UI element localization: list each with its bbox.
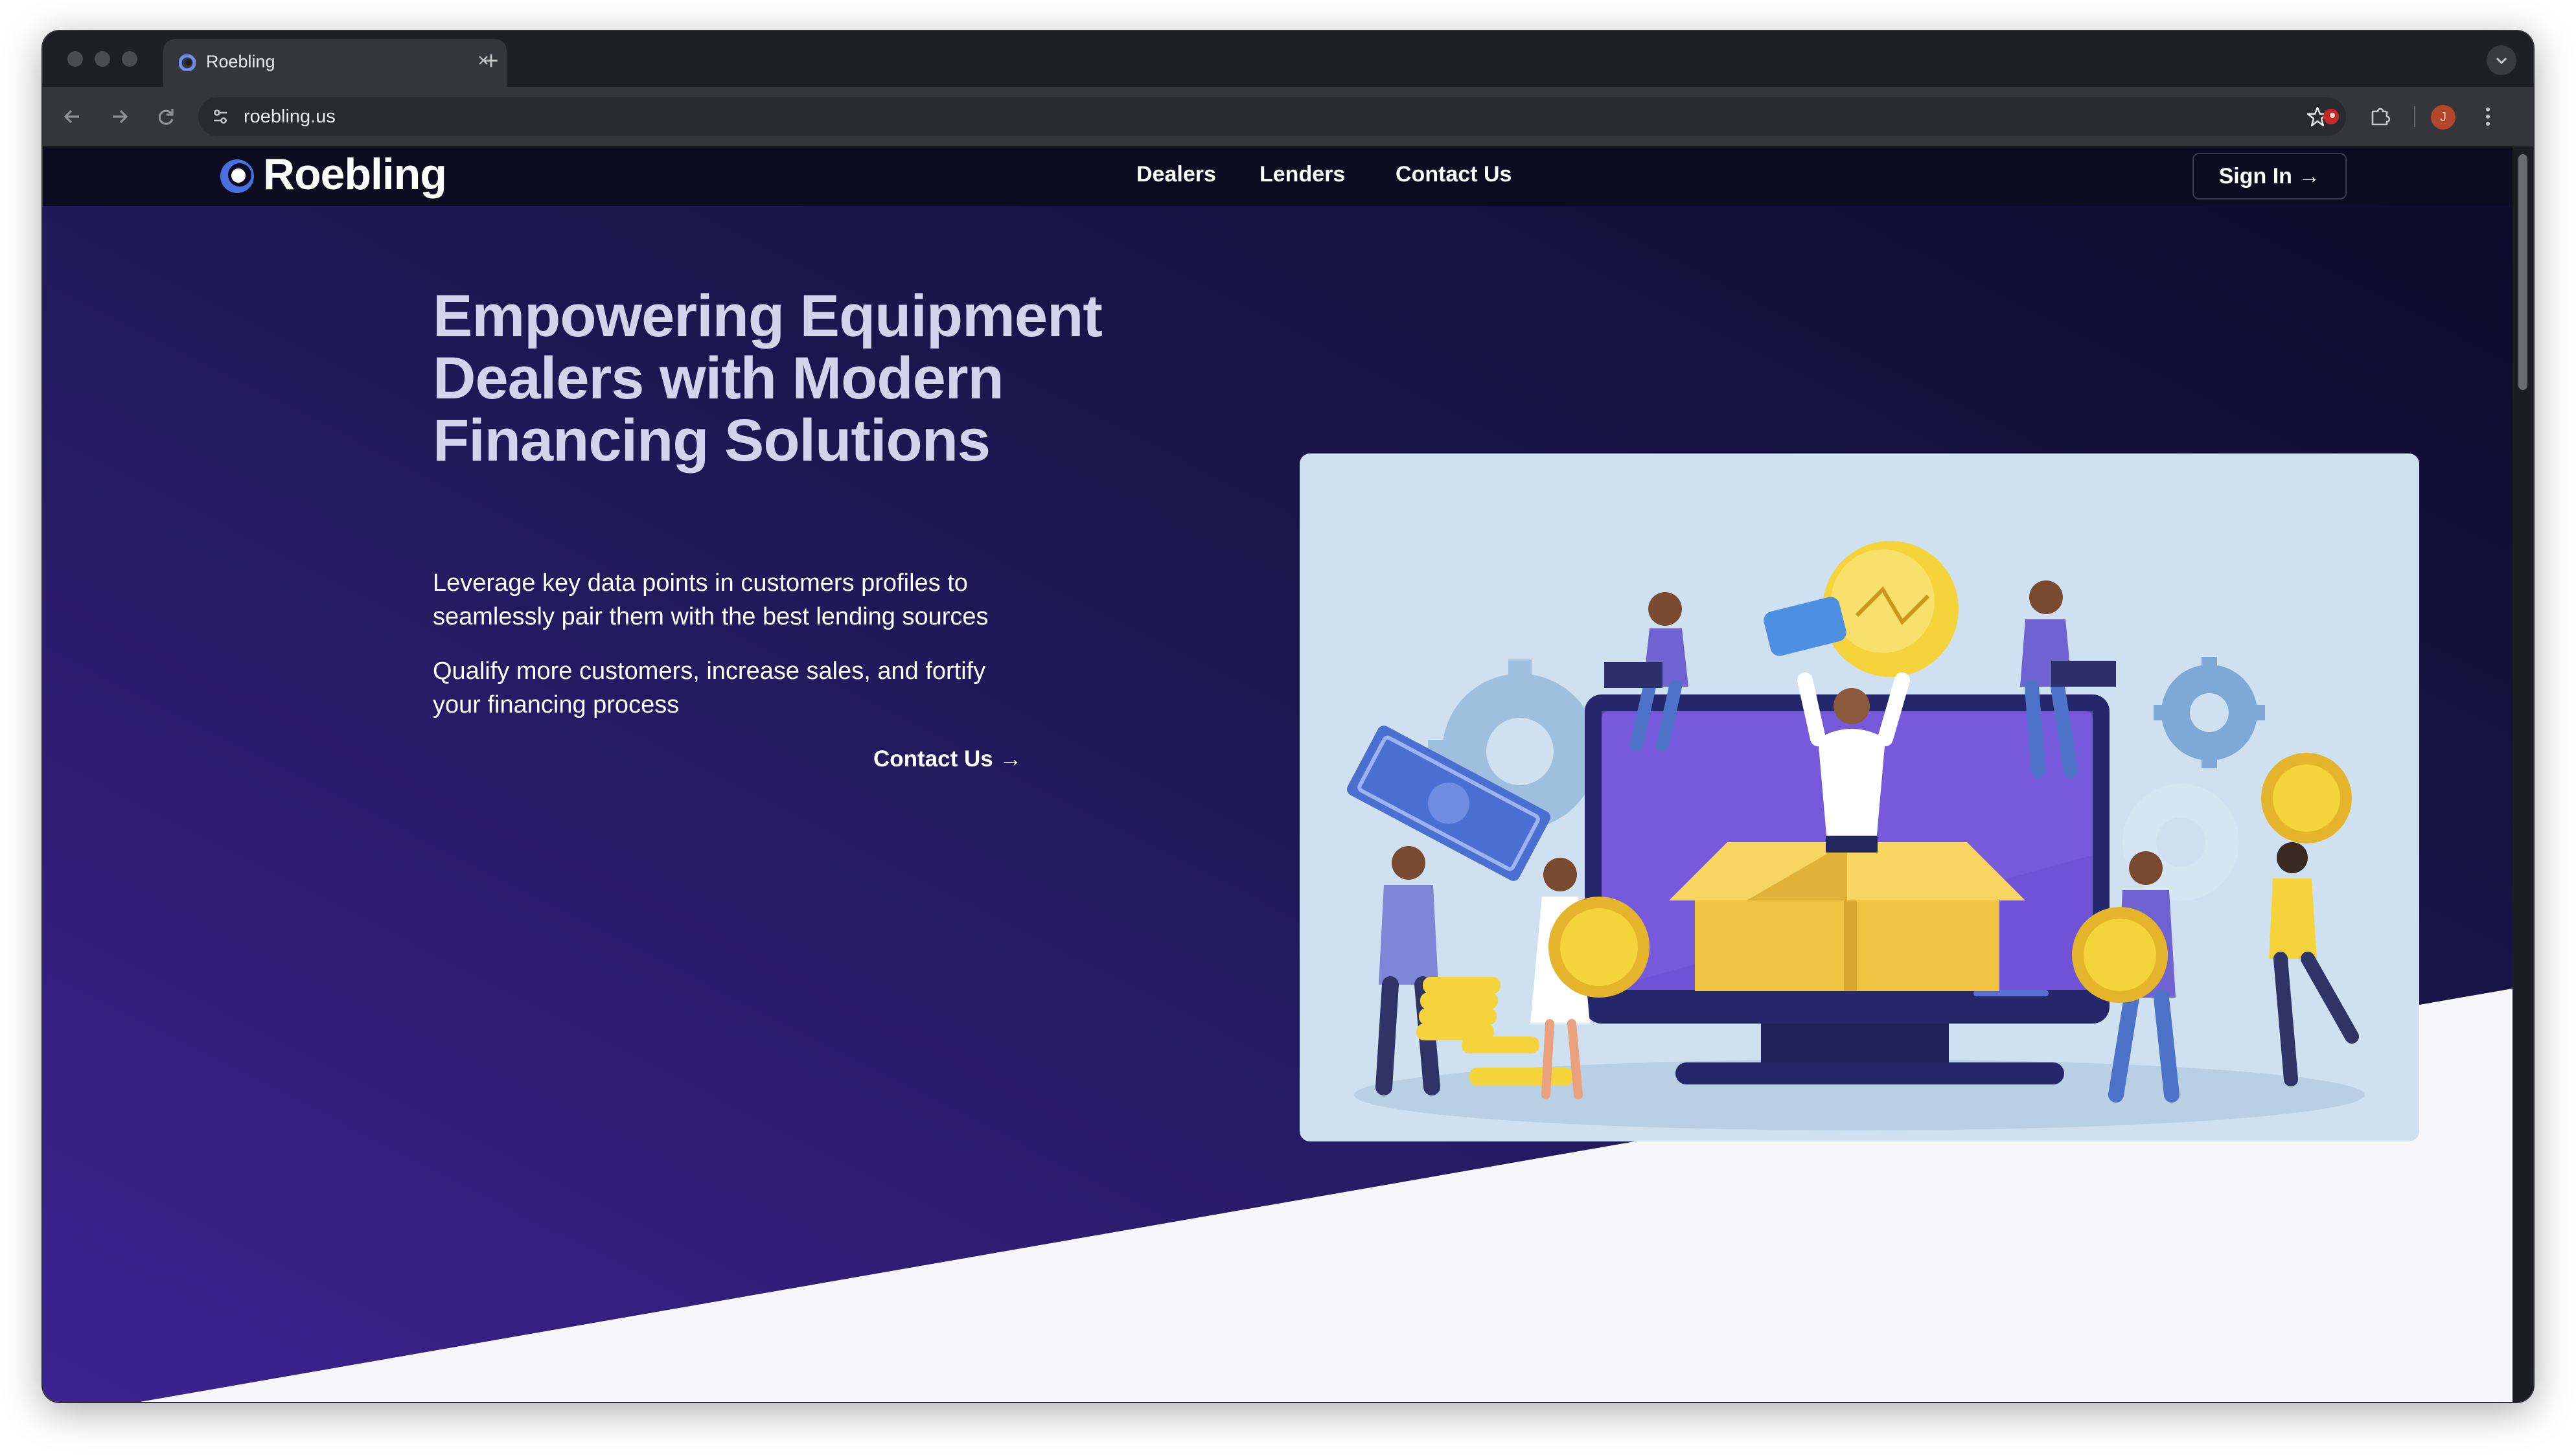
nav-link-lenders[interactable]: Lenders bbox=[1259, 162, 1345, 187]
coin-icon bbox=[1548, 897, 1650, 998]
back-arrow-icon[interactable] bbox=[57, 101, 88, 132]
browser-window: Roebling × + roebling.us J Roebling Deal… bbox=[43, 31, 2533, 1402]
browser-toolbar: roebling.us J bbox=[43, 87, 2533, 146]
toolbar-separator bbox=[2414, 106, 2415, 127]
lightbulb-icon bbox=[1764, 541, 1959, 677]
hero-paragraph-2: Qualify more customers, increase sales, … bbox=[433, 654, 1081, 722]
site-navbar: Roebling Dealers Lenders Contact Us Sign… bbox=[43, 146, 2513, 206]
hero-title-line: Dealers with Modern bbox=[433, 345, 1004, 411]
hero-text-line: Qualify more customers, increase sales, … bbox=[433, 658, 986, 685]
hero-contact-us-link[interactable]: Contact Us → bbox=[873, 746, 1022, 772]
hero-title-line: Empowering Equipment bbox=[433, 283, 1103, 349]
close-window-button[interactable] bbox=[67, 51, 83, 67]
hero-text-line: your financing process bbox=[433, 691, 680, 718]
new-tab-button[interactable]: + bbox=[473, 44, 509, 78]
tab-strip: Roebling × + bbox=[43, 31, 2533, 87]
forward-arrow-icon[interactable] bbox=[104, 101, 135, 132]
hero-title-line: Financing Solutions bbox=[433, 407, 991, 474]
zoom-window-button[interactable] bbox=[122, 51, 137, 67]
hero-text-line: seamlessly pair them with the best lendi… bbox=[433, 603, 989, 630]
coin-icon bbox=[2261, 753, 2352, 843]
more-menu-icon[interactable] bbox=[2472, 101, 2503, 132]
address-bar[interactable]: roebling.us bbox=[198, 97, 2346, 136]
hero-title: Empowering Equipment Dealers with Modern… bbox=[433, 285, 1210, 472]
tab-roebling[interactable]: Roebling × bbox=[163, 39, 507, 87]
box-illustration bbox=[1669, 842, 2025, 991]
financing-illustration bbox=[1346, 541, 2365, 1130]
coin-icon bbox=[2072, 907, 2168, 1003]
site-settings-icon[interactable] bbox=[210, 106, 231, 127]
roebling-logo-icon[interactable] bbox=[215, 155, 262, 197]
tab-title: Roebling bbox=[206, 52, 275, 71]
web-page: Roebling Dealers Lenders Contact Us Sign… bbox=[43, 146, 2513, 1402]
person-figure bbox=[1375, 846, 1440, 1095]
hero-paragraph-1: Leverage key data points in customers pr… bbox=[433, 566, 1081, 634]
profile-avatar[interactable]: J bbox=[2431, 105, 2455, 130]
person-figure bbox=[2269, 842, 2359, 1086]
hero-illustration bbox=[1300, 453, 2419, 1141]
url-text: roebling.us bbox=[244, 106, 336, 127]
logo-text[interactable]: Roebling bbox=[263, 149, 447, 200]
reload-icon[interactable] bbox=[150, 101, 181, 132]
scrollbar-thumb[interactable] bbox=[2518, 154, 2527, 390]
tab-search-button[interactable] bbox=[2487, 45, 2516, 75]
chevron-down-icon bbox=[2496, 57, 2507, 65]
minimize-window-button[interactable] bbox=[95, 51, 110, 67]
nav-link-contact-us[interactable]: Contact Us bbox=[1396, 162, 1512, 187]
roebling-favicon-icon bbox=[179, 54, 196, 71]
nav-link-dealers[interactable]: Dealers bbox=[1136, 162, 1216, 187]
page-scrollbar[interactable] bbox=[2513, 146, 2533, 1402]
hero-text-line: Leverage key data points in customers pr… bbox=[433, 569, 968, 597]
extension-icon[interactable] bbox=[2317, 102, 2345, 131]
extensions-puzzle-icon[interactable] bbox=[2366, 102, 2395, 131]
gear-icon bbox=[2154, 657, 2265, 768]
sign-in-button[interactable]: Sign In → bbox=[2192, 153, 2347, 200]
